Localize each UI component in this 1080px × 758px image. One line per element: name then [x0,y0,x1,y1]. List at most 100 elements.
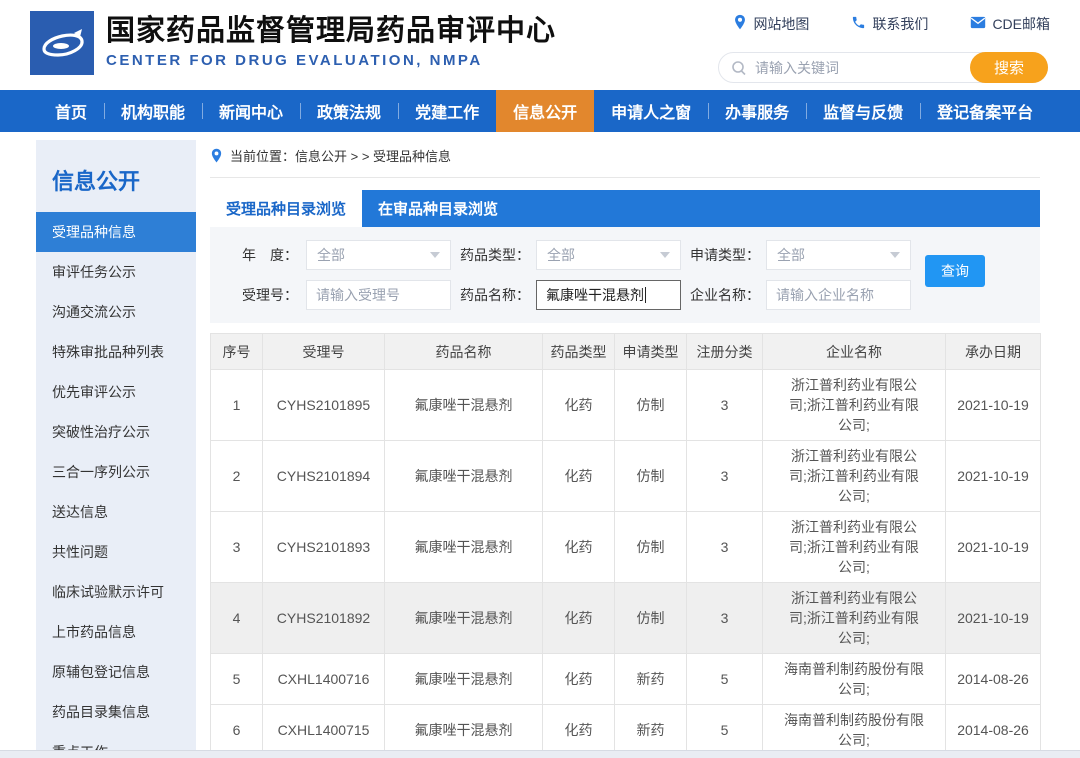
cell-受理号: CYHS2101895 [262,369,385,441]
cell-注册分类: 5 [686,653,763,705]
cell-申请类型: 仿制 [614,511,687,583]
cell-药品类型: 化药 [542,653,615,705]
company-name-placeholder: 请输入企业名称 [776,287,874,303]
cell-序号: 5 [210,653,263,705]
column-header-企业名称: 企业名称 [762,333,946,370]
quick-link-location-pin[interactable]: 网站地图 [733,14,809,34]
cell-申请类型: 仿制 [614,440,687,512]
sidebar-title: 信息公开 [52,169,141,194]
column-header-承办日期: 承办日期 [945,333,1041,370]
cell-申请类型: 仿制 [614,582,687,654]
site-search[interactable]: 请输入关键词 搜索 [718,52,1048,83]
table-row[interactable]: 2 CYHS2101894 氟康唑干混悬剂 化药 仿制 3 浙江普利药业有限公司;浙江普利药… [210,440,1041,512]
quick-link-phone[interactable]: 联系我们 [851,14,928,34]
body-wrap: 信息公开 受理品种信息 审评任务公示 沟通交流公示 特殊审批品种列表 优先审评公示 突破性… [0,132,1080,758]
query-button[interactable]: 查询 [925,255,985,287]
footer-strip [0,750,1080,758]
company-name-label: 企业名称： [690,287,760,303]
nav-item-政策法规[interactable]: 政策法规 [300,90,398,132]
column-header-受理号: 受理号 [262,333,385,370]
cell-序号: 4 [210,582,263,654]
sidebar-item-共性问题[interactable]: 共性问题 [36,532,196,572]
cell-注册分类: 5 [686,704,763,756]
quick-link-label: CDE邮箱 [992,16,1050,32]
sidebar-item-特殊审批品种列表[interactable]: 特殊审批品种列表 [36,332,196,372]
sidebar-item-审评任务公示[interactable]: 审评任务公示 [36,252,196,292]
cell-承办日期: 2021-10-19 [945,582,1041,654]
cell-企业名称: 浙江普利药业有限公司;浙江普利药业有限公司; [762,582,946,654]
sidebar-item-原辅包登记信息[interactable]: 原辅包登记信息 [36,652,196,692]
tab-under-review-catalog[interactable]: 在审品种目录浏览 [362,190,514,227]
cell-承办日期: 2014-08-26 [945,653,1041,705]
drug-name-label: 药品名称： [460,287,530,303]
table-row[interactable]: 3 CYHS2101893 氟康唑干混悬剂 化药 仿制 3 浙江普利药业有限公司;浙江普利药… [210,511,1041,583]
column-header-注册分类: 注册分类 [686,333,763,370]
cell-注册分类: 3 [686,582,763,654]
apply-type-select[interactable]: 全部 [766,240,911,270]
cell-受理号: CXHL1400715 [262,704,385,756]
nav-item-机构职能[interactable]: 机构职能 [104,90,202,132]
cell-受理号: CXHL1400716 [262,653,385,705]
company-name-input[interactable]: 请输入企业名称 [766,280,911,310]
tab-accepted-catalog[interactable]: 受理品种目录浏览 [210,190,362,227]
cell-药品名称: 氟康唑干混悬剂 [384,653,543,705]
cell-药品名称: 氟康唑干混悬剂 [384,582,543,654]
cell-注册分类: 3 [686,440,763,512]
drug-type-select[interactable]: 全部 [536,240,681,270]
cell-序号: 3 [210,511,263,583]
table-row[interactable]: 4 CYHS2101892 氟康唑干混悬剂 化药 仿制 3 浙江普利药业有限公司;浙江普利药… [210,582,1041,654]
cell-序号: 1 [210,369,263,441]
chevron-down-icon [660,252,670,258]
sidebar-item-送达信息[interactable]: 送达信息 [36,492,196,532]
column-header-药品名称: 药品名称 [384,333,543,370]
cell-企业名称: 浙江普利药业有限公司;浙江普利药业有限公司; [762,511,946,583]
sidebar-item-临床试验默示许可[interactable]: 临床试验默示许可 [36,572,196,612]
sidebar-item-受理品种信息[interactable]: 受理品种信息 [36,212,196,252]
drug-type-select-value: 全部 [547,247,575,263]
sidebar-item-突破性治疗公示[interactable]: 突破性治疗公示 [36,412,196,452]
filter-row-1: 年 度： 全部 药品类型： 全部 申请类型： 全部 [230,240,1040,270]
sidebar-item-上市药品信息[interactable]: 上市药品信息 [36,612,196,652]
brand-block: 国家药品监督管理局药品审评中心 CENTER FOR DRUG EVALUATI… [106,12,556,69]
logo-swirl-icon [42,29,84,57]
table-row[interactable]: 5 CXHL1400716 氟康唑干混悬剂 化药 新药 5 海南普利制药股份有限公司; 201… [210,653,1041,705]
cell-承办日期: 2021-10-19 [945,440,1041,512]
nav-item-新闻中心[interactable]: 新闻中心 [202,90,300,132]
drug-name-value: 氟康唑干混悬剂 [546,287,644,303]
quick-link-mail[interactable]: CDE邮箱 [970,14,1050,34]
text-caret [645,287,646,303]
sidebar-item-药品目录集信息[interactable]: 药品目录集信息 [36,692,196,732]
nav-item-监督与反馈[interactable]: 监督与反馈 [806,90,920,132]
chevron-down-icon [430,252,440,258]
nav-item-首页[interactable]: 首页 [38,90,104,132]
acceptance-no-input[interactable]: 请输入受理号 [306,280,451,310]
nav-item-申请人之窗[interactable]: 申请人之窗 [594,90,708,132]
nav-item-党建工作[interactable]: 党建工作 [398,90,496,132]
cell-注册分类: 3 [686,369,763,441]
location-pin-icon [211,148,222,162]
acceptance-no-placeholder: 请输入受理号 [316,287,400,303]
sidebar-item-三合一序列公示[interactable]: 三合一序列公示 [36,452,196,492]
table-row[interactable]: 6 CXHL1400715 氟康唑干混悬剂 化药 新药 5 海南普利制药股份有限公司; 201… [210,704,1041,756]
sidebar-items: 受理品种信息 审评任务公示 沟通交流公示 特殊审批品种列表 优先审评公示 突破性治疗公示三… [36,212,196,758]
nav-item-登记备案平台[interactable]: 登记备案平台 [920,90,1050,132]
year-select[interactable]: 全部 [306,240,451,270]
drug-name-input[interactable]: 氟康唑干混悬剂 [536,280,681,310]
site-subtitle: CENTER FOR DRUG EVALUATION, NMPA [106,52,483,69]
site-title: 国家药品监督管理局药品审评中心 [106,15,557,47]
cell-承办日期: 2021-10-19 [945,511,1041,583]
cell-药品类型: 化药 [542,582,615,654]
cell-药品类型: 化药 [542,704,615,756]
cde-logo [30,11,94,75]
filter-drug-name: 药品名称： 氟康唑干混悬剂 [460,280,690,310]
table-row[interactable]: 1 CYHS2101895 氟康唑干混悬剂 化药 仿制 3 浙江普利药业有限公司;浙江普利药… [210,369,1041,441]
nav-item-办事服务[interactable]: 办事服务 [708,90,806,132]
search-input[interactable]: 请输入关键词 [755,58,970,78]
table-header-row: 序号 受理号 药品名称 药品类型 申请类型 注册分类 企业名称 承办日期 [210,333,1041,370]
sidebar-item-优先审评公示[interactable]: 优先审评公示 [36,372,196,412]
column-header-药品类型: 药品类型 [542,333,615,370]
nav-item-信息公开[interactable]: 信息公开 [496,90,595,132]
search-button[interactable]: 搜索 [970,52,1048,83]
sidebar-item-沟通交流公示[interactable]: 沟通交流公示 [36,292,196,332]
filter-row-2: 受理号： 请输入受理号 药品名称： 氟康唑干混悬剂 企业名称： 请输入企业名称 [230,280,1040,310]
